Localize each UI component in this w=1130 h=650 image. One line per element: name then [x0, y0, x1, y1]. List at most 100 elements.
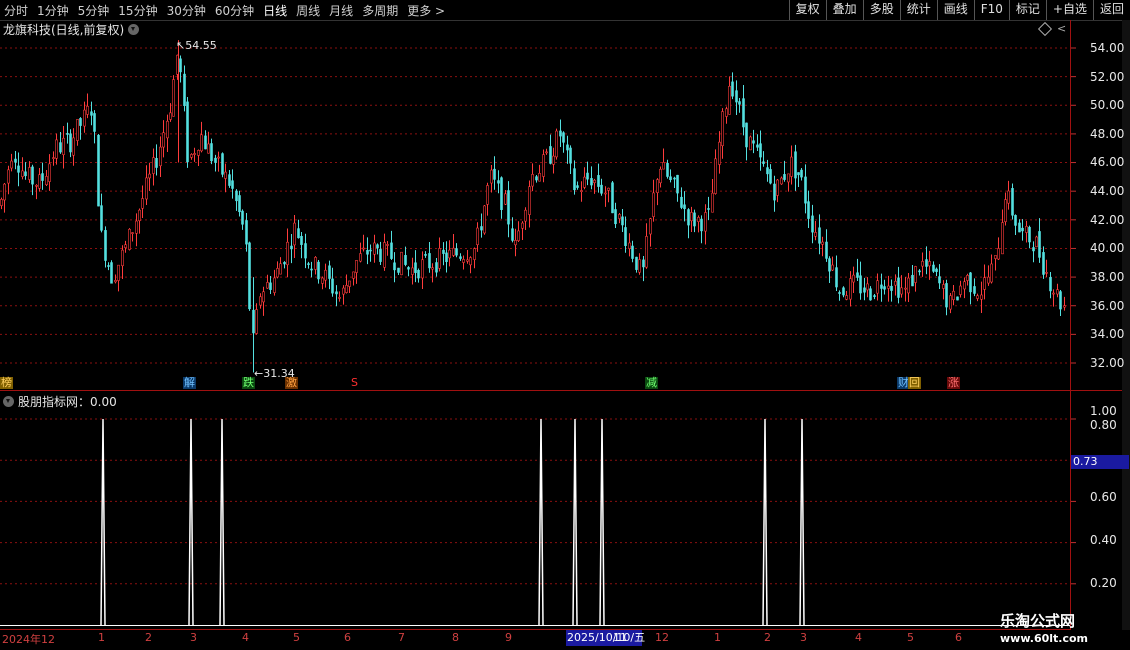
event-marker[interactable]: 减 [645, 377, 658, 389]
chevron-down-icon[interactable] [3, 396, 14, 407]
indicator-axis-label: 0.80 [1090, 418, 1117, 432]
candle-body [938, 276, 941, 284]
candle-body [210, 143, 213, 162]
indicator-pulse [188, 418, 194, 626]
candle-body [21, 170, 24, 177]
candle-body [593, 179, 596, 183]
candle-body [404, 255, 407, 265]
date-label: 12 [655, 631, 669, 644]
date-label: 5 [907, 631, 914, 644]
candle-body [873, 295, 876, 297]
candle-body [662, 162, 665, 170]
price-axis-label: 40.00 [1090, 241, 1125, 255]
candle-body [538, 173, 541, 182]
date-label: 4 [855, 631, 862, 644]
candle-body [718, 141, 721, 165]
candle-body [52, 157, 55, 159]
event-marker[interactable]: 解 [183, 377, 196, 389]
candle-body [907, 277, 910, 294]
event-marker[interactable]: 涨 [947, 377, 960, 389]
indicator-series [0, 418, 1070, 626]
high-price-label: ↖54.55 [176, 39, 217, 52]
candle-body [369, 249, 372, 252]
indicator-name: 股朋指标网：0.00 [18, 395, 117, 409]
indicator-axis-label: 1.00 [1090, 404, 1117, 418]
candle-body [821, 241, 824, 245]
candle-body [966, 275, 969, 281]
candle-body [359, 253, 362, 262]
candle-body [424, 254, 427, 256]
chart-canvas[interactable] [0, 0, 1130, 650]
candle-body [852, 274, 855, 283]
candle-body [638, 259, 641, 273]
event-marker[interactable]: S [350, 377, 359, 389]
event-marker[interactable]: 榜 [0, 377, 13, 389]
candle-body [31, 166, 34, 185]
candle-body [462, 259, 465, 263]
candle-body [876, 280, 879, 294]
candle-body [956, 296, 959, 301]
candle-body [452, 247, 455, 256]
candle-body [14, 158, 17, 163]
candle-body [179, 58, 182, 73]
event-marker[interactable]: 激 [285, 377, 298, 389]
candle-body [493, 168, 496, 180]
event-marker[interactable]: 跌 [242, 377, 255, 389]
candle-body [345, 285, 348, 293]
candle-body [93, 113, 96, 132]
candle-body [545, 151, 548, 154]
candle-body [928, 261, 931, 267]
candle-body [1021, 227, 1024, 232]
candle-body [145, 177, 148, 200]
event-marker[interactable]: 回 [908, 377, 921, 389]
candle-body [445, 252, 448, 263]
candle-body [297, 228, 300, 239]
candle-body [738, 101, 741, 105]
date-label: 9 [505, 631, 512, 644]
indicator-pulse [538, 418, 544, 626]
date-label: 8 [452, 631, 459, 644]
candle-body [721, 111, 724, 147]
candle-body [762, 161, 765, 164]
candle-body [969, 272, 972, 293]
candle-body [814, 232, 817, 237]
candle-body [628, 242, 631, 249]
candle-body [262, 291, 265, 303]
candle-body [1063, 305, 1066, 308]
candle-body [90, 111, 93, 116]
candle-body [342, 287, 345, 295]
candle-body [107, 265, 110, 267]
candle-body [283, 262, 286, 265]
watermark-url: www.60lt.com [1000, 632, 1089, 645]
candle-body [673, 177, 676, 180]
candle-body [393, 262, 396, 271]
candle-body [562, 132, 565, 143]
candle-body [918, 270, 921, 273]
candle-body [290, 245, 293, 250]
candle-body [400, 251, 403, 276]
candle-body [390, 242, 393, 259]
date-label: 7 [398, 631, 405, 644]
candle-body [725, 108, 728, 117]
candle-body [780, 177, 783, 185]
candle-body [800, 169, 803, 178]
candle-body [517, 230, 520, 241]
candle-body [549, 146, 552, 164]
candle-body [952, 290, 955, 300]
candle-body [600, 184, 603, 194]
candle-body [55, 139, 58, 159]
candle-body [911, 274, 914, 287]
candle-body [7, 169, 10, 184]
candle-body [773, 183, 776, 201]
candle-body [863, 287, 866, 293]
candle-body [100, 205, 103, 231]
indicator-title[interactable]: 股朋指标网：0.00 [3, 393, 117, 410]
candle-body [511, 228, 514, 241]
candle-body [62, 137, 65, 155]
candle-body [1014, 215, 1017, 226]
indicator-pulse [219, 418, 225, 626]
candle-body [776, 179, 779, 196]
candle-body [352, 271, 355, 279]
date-label: 11 [613, 631, 627, 644]
candle-body [607, 187, 610, 191]
